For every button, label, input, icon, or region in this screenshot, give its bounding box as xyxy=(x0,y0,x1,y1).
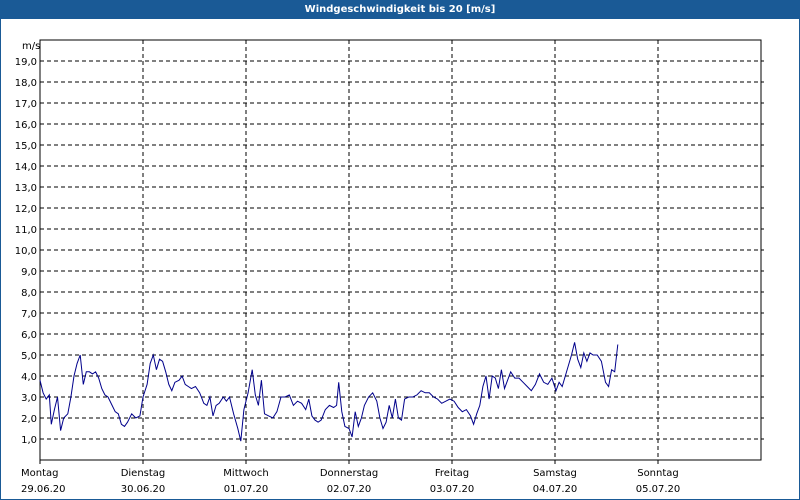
y-tick-label: 17,0 xyxy=(15,99,37,110)
x-tick-date: 03.07.20 xyxy=(430,484,475,495)
y-axis: 1,0 2,0 3,0 4,0 5,0 6,0 7,0 8,0 9,0 10,0 11,0 12,0 1… xyxy=(15,57,764,446)
y-tick-label: 19,0 xyxy=(15,57,37,68)
y-tick-label: 8,0 xyxy=(21,288,37,299)
x-tick-date: 30.06.20 xyxy=(121,484,166,495)
y-tick-label: 6,0 xyxy=(21,330,37,341)
y-tick-label: 1,0 xyxy=(21,435,37,446)
y-tick-label: 15,0 xyxy=(15,141,37,152)
y-tick-label: 11,0 xyxy=(15,225,37,236)
y-tick-label: 10,0 xyxy=(15,246,37,257)
x-tick-day: Freitag xyxy=(435,468,469,479)
x-tick-day: Samstag xyxy=(533,468,577,479)
y-tick-label: 12,0 xyxy=(15,204,37,215)
y-tick-label: 7,0 xyxy=(21,309,37,320)
y-axis-label: m/s xyxy=(22,41,40,52)
grid xyxy=(40,40,761,460)
x-tick-date: 29.06.20 xyxy=(21,484,66,495)
y-tick-label: 5,0 xyxy=(21,351,37,362)
x-tick-day: Mittwoch xyxy=(223,468,268,479)
wind-speed-chart: 1,0 2,0 3,0 4,0 5,0 6,0 7,0 8,0 9,0 10,0 11,0 12,0 1… xyxy=(15,39,764,495)
x-tick-day: Sonntag xyxy=(637,468,679,479)
y-tick-label: 4,0 xyxy=(21,372,37,383)
x-tick-date: 04.07.20 xyxy=(533,484,578,495)
y-tick-label: 3,0 xyxy=(21,393,37,404)
y-tick-label: 18,0 xyxy=(15,78,37,89)
y-tick-label: 13,0 xyxy=(15,183,37,194)
x-tick-date: 02.07.20 xyxy=(327,484,372,495)
x-tick-day: Dienstag xyxy=(121,468,166,479)
series-line xyxy=(39,342,619,442)
y-tick-label: 14,0 xyxy=(15,162,37,173)
x-axis: Montag 29.06.20 Dienstag 30.06.20 Mittwoch 01… xyxy=(21,460,680,495)
x-tick-day: Donnerstag xyxy=(320,468,378,479)
y-tick-label: 2,0 xyxy=(21,414,37,425)
y-tick-label: 16,0 xyxy=(15,120,37,131)
x-tick-date: 05.07.20 xyxy=(636,484,681,495)
y-tick-label: 9,0 xyxy=(21,267,37,278)
x-tick-day: Montag xyxy=(21,468,58,479)
x-tick-date: 01.07.20 xyxy=(224,484,269,495)
